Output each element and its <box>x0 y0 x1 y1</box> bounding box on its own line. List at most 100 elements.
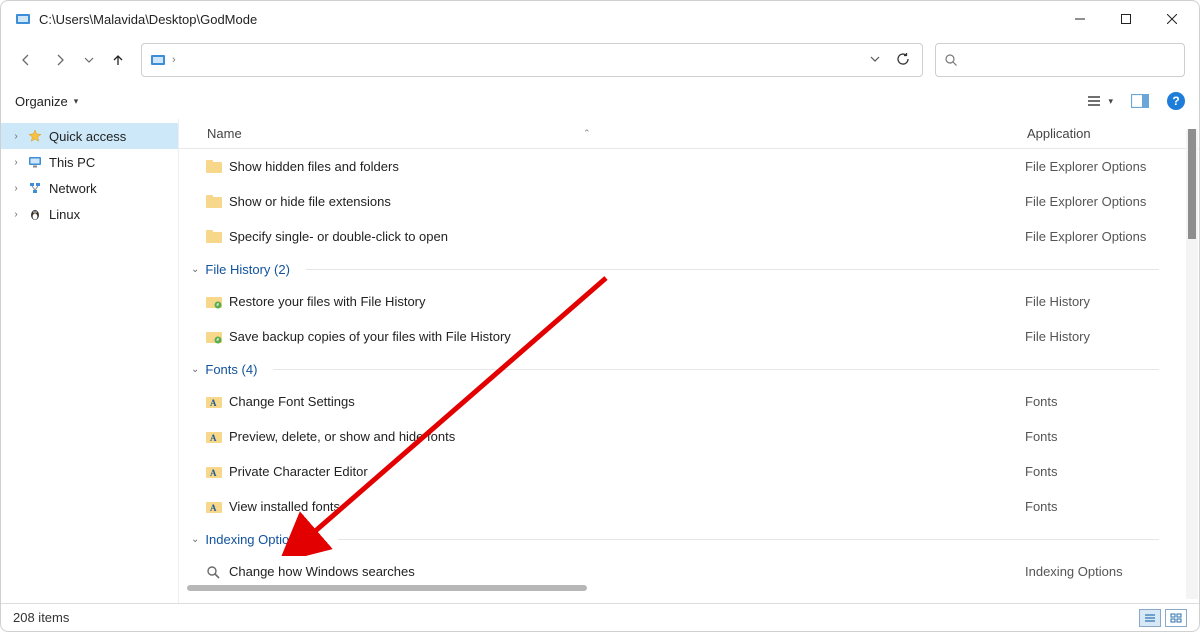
help-button[interactable]: ? <box>1167 92 1185 110</box>
chevron-down-icon: ▾ <box>74 96 79 107</box>
address-history-button[interactable] <box>864 54 886 67</box>
svg-text:A: A <box>210 468 217 478</box>
folder-options-icon <box>205 195 223 209</box>
organize-button[interactable]: Organize ▾ <box>15 94 78 109</box>
computer-icon <box>27 155 43 169</box>
folder-options-icon <box>205 230 223 244</box>
network-icon <box>27 181 43 195</box>
chevron-down-icon[interactable]: ⌄ <box>191 534 199 545</box>
chevron-right-icon[interactable]: › <box>11 209 21 220</box>
chevron-down-icon[interactable]: ⌄ <box>191 264 199 275</box>
item-application: Fonts <box>1025 394 1058 409</box>
organize-label: Organize <box>15 94 68 109</box>
list-item[interactable]: Specify single- or double-click to open … <box>205 219 1199 254</box>
location-icon <box>150 52 166 68</box>
sidebar-item-label: Quick access <box>49 129 126 144</box>
item-name: Preview, delete, or show and hide fonts <box>229 429 1025 444</box>
chevron-right-icon[interactable]: › <box>11 157 21 168</box>
list-item[interactable]: A Private Character Editor Fonts <box>205 454 1199 489</box>
chevron-right-icon[interactable]: › <box>11 183 21 194</box>
item-application: Indexing Options <box>1025 564 1123 579</box>
item-application: Fonts <box>1025 429 1058 444</box>
column-label: Name <box>207 126 242 141</box>
penguin-icon <box>27 207 43 221</box>
sidebar-item-network[interactable]: › Network <box>1 175 178 201</box>
list-item[interactable]: Show or hide file extensions File Explor… <box>205 184 1199 219</box>
star-icon <box>27 129 43 143</box>
indexing-icon <box>205 565 223 579</box>
search-icon <box>944 53 958 67</box>
sidebar-item-label: Network <box>49 181 97 196</box>
fonts-icon: A <box>205 430 223 444</box>
content-pane: Name ⌃ Application Show hidden files and… <box>179 119 1199 603</box>
folder-options-icon <box>205 160 223 174</box>
list-item[interactable]: Change how Windows searches Indexing Opt… <box>205 554 1199 589</box>
minimize-button[interactable] <box>1057 1 1103 37</box>
search-box[interactable] <box>935 43 1185 77</box>
vertical-scrollbar[interactable] <box>1186 129 1198 599</box>
view-options-button[interactable]: ▾ <box>1086 94 1113 108</box>
titlebar: C:\Users\Malavida\Desktop\GodMode <box>1 1 1199 37</box>
file-history-icon <box>205 295 223 309</box>
list-item[interactable]: Save backup copies of your files with Fi… <box>205 319 1199 354</box>
item-name: Change Font Settings <box>229 394 1025 409</box>
item-name: Show hidden files and folders <box>229 159 1025 174</box>
item-name: Specify single- or double-click to open <box>229 229 1025 244</box>
thumbnails-view-toggle[interactable] <box>1165 609 1187 627</box>
up-button[interactable] <box>107 49 129 71</box>
fonts-icon: A <box>205 500 223 514</box>
column-label: Application <box>1027 126 1091 141</box>
group-label: Indexing Options (1) <box>205 532 322 547</box>
fonts-icon: A <box>205 465 223 479</box>
column-header-application[interactable]: Application <box>1027 126 1177 141</box>
item-name: Save backup copies of your files with Fi… <box>229 329 1025 344</box>
sidebar-item-this-pc[interactable]: › This PC <box>1 149 178 175</box>
recent-locations-button[interactable] <box>83 49 95 71</box>
list-body[interactable]: Show hidden files and folders File Explo… <box>179 149 1199 591</box>
item-application: File Explorer Options <box>1025 159 1146 174</box>
sidebar-item-quick-access[interactable]: › Quick access <box>1 123 178 149</box>
breadcrumb-separator-icon[interactable]: › <box>172 54 176 66</box>
column-header-name[interactable]: Name ⌃ <box>207 126 1027 141</box>
fonts-icon: A <box>205 395 223 409</box>
item-name: Change how Windows searches <box>229 564 1025 579</box>
list-item[interactable]: A Change Font Settings Fonts <box>205 384 1199 419</box>
list-item[interactable]: Show hidden files and folders File Explo… <box>205 149 1199 184</box>
close-button[interactable] <box>1149 1 1195 37</box>
sidebar-item-label: Linux <box>49 207 80 222</box>
item-name: Show or hide file extensions <box>229 194 1025 209</box>
forward-button[interactable] <box>49 49 71 71</box>
sidebar-item-linux[interactable]: › Linux <box>1 201 178 227</box>
list-item[interactable]: A View installed fonts Fonts <box>205 489 1199 524</box>
group-label: File History (2) <box>205 262 290 277</box>
group-label: Fonts (4) <box>205 362 257 377</box>
group-header-file-history[interactable]: ⌄ File History (2) <box>191 254 1199 284</box>
item-name: Restore your files with File History <box>229 294 1025 309</box>
list-item[interactable]: Restore your files with File History Fil… <box>205 284 1199 319</box>
chevron-down-icon[interactable]: ⌄ <box>191 364 199 375</box>
app-icon <box>15 11 31 27</box>
sidebar-item-label: This PC <box>49 155 95 170</box>
chevron-right-icon[interactable]: › <box>11 131 21 142</box>
group-header-indexing-options[interactable]: ⌄ Indexing Options (1) <box>191 524 1199 554</box>
preview-pane-button[interactable] <box>1131 94 1149 108</box>
item-count: 208 items <box>13 610 69 625</box>
maximize-button[interactable] <box>1103 1 1149 37</box>
item-application: File Explorer Options <box>1025 229 1146 244</box>
svg-text:A: A <box>210 503 217 513</box>
column-headers: Name ⌃ Application <box>179 119 1199 149</box>
list-item[interactable]: A Preview, delete, or show and hide font… <box>205 419 1199 454</box>
scrollbar-thumb[interactable] <box>1188 129 1196 239</box>
horizontal-scrollbar[interactable] <box>187 585 587 591</box>
file-history-icon <box>205 330 223 344</box>
group-header-fonts[interactable]: ⌄ Fonts (4) <box>191 354 1199 384</box>
item-application: File History <box>1025 329 1090 344</box>
refresh-button[interactable] <box>892 52 914 69</box>
item-name: View installed fonts <box>229 499 1025 514</box>
details-view-toggle[interactable] <box>1139 609 1161 627</box>
address-bar[interactable]: › <box>141 43 923 77</box>
back-button[interactable] <box>15 49 37 71</box>
nav-row: › <box>1 37 1199 83</box>
svg-text:A: A <box>210 398 217 408</box>
command-bar: Organize ▾ ▾ ? <box>1 83 1199 119</box>
